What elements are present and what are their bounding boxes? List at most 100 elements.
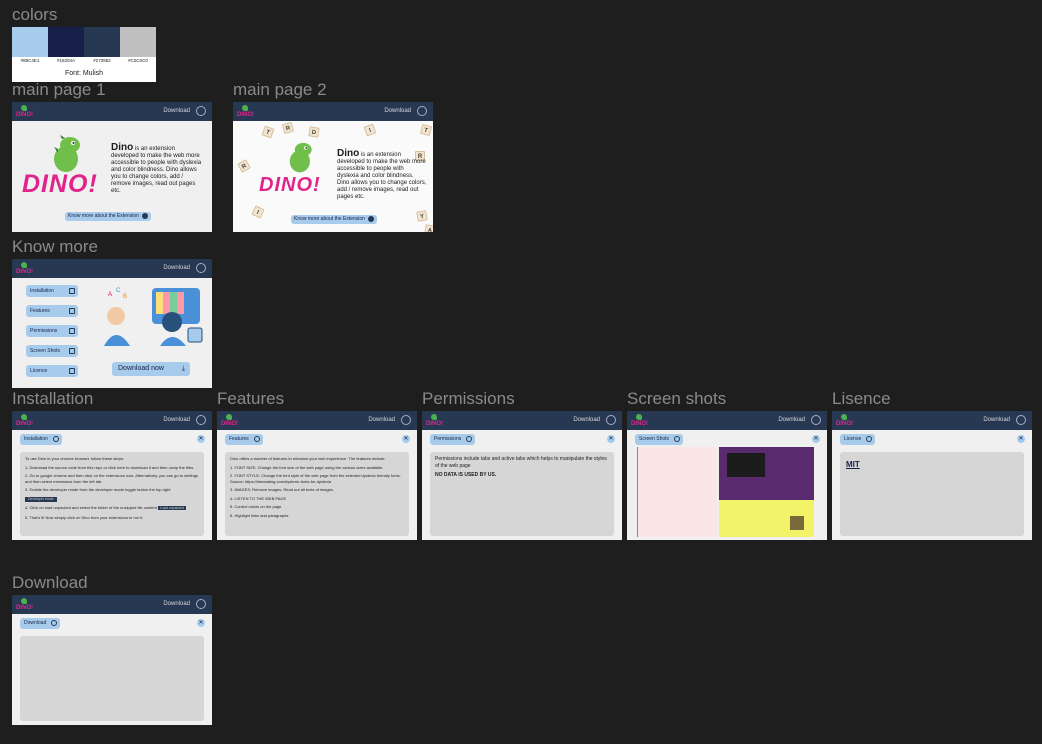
- content-panel: Permissions include tabs and active tabs…: [430, 452, 614, 536]
- letter-tile: R: [281, 121, 295, 135]
- tab-screenshots[interactable]: Screen Shots: [635, 434, 684, 445]
- tab-license[interactable]: License: [840, 434, 876, 445]
- frame-installation: DINO! Download Installation ✕ To use Din…: [12, 411, 212, 540]
- dino-logo[interactable]: DINO!: [16, 105, 33, 118]
- menu-item-permissions[interactable]: Permissions: [26, 325, 78, 337]
- swatch-light-blue: [12, 27, 48, 57]
- frame-license: DINO! Download License ✕ MIT: [832, 411, 1032, 540]
- header-download-link[interactable]: Download: [983, 417, 1010, 423]
- people-illustration: ACB: [104, 288, 203, 346]
- swatch-slate: [84, 27, 120, 57]
- section-label-colors: colors: [12, 5, 58, 24]
- license-link[interactable]: MIT: [846, 460, 860, 469]
- content-panel: [20, 636, 204, 721]
- dino-wordmark: DINO!: [22, 170, 98, 198]
- site-header: DINO! Download: [12, 411, 212, 430]
- dino-logo[interactable]: DINO!: [221, 414, 238, 427]
- tab-permissions[interactable]: Permissions: [430, 434, 476, 445]
- svg-text:B: B: [123, 294, 127, 300]
- close-icon[interactable]: ✕: [1017, 435, 1025, 443]
- section-label-main-page-1: main page 1: [12, 80, 106, 99]
- content-panel: To use Dino in your chrome browser, foll…: [20, 452, 204, 536]
- user-icon[interactable]: [811, 415, 821, 425]
- header-download-link[interactable]: Download: [778, 417, 805, 423]
- developer-mode-toggle: Developer mode: [25, 496, 57, 502]
- frame-permissions: DINO! Download Permissions ✕ Permissions…: [422, 411, 622, 540]
- frame-screen-shots: DINO! Download Screen Shots ✕: [627, 411, 827, 540]
- download-icon: ⤓: [181, 365, 185, 372]
- header-download-link[interactable]: Download: [368, 417, 395, 423]
- site-header: DINO! Download: [627, 411, 827, 430]
- section-label-main-page-2: main page 2: [233, 80, 327, 99]
- header-download-link[interactable]: Download: [163, 601, 190, 607]
- font-label: Font: Mulish: [64, 70, 104, 77]
- close-icon[interactable]: ✕: [197, 619, 205, 627]
- dino-logo[interactable]: DINO!: [16, 414, 33, 427]
- swatch-label: #89C4E1: [20, 58, 40, 63]
- dino-logo[interactable]: DINO!: [16, 262, 33, 275]
- letter-tile: D: [308, 126, 320, 138]
- user-icon[interactable]: [1016, 415, 1026, 425]
- frame-main-page-2: DINO! Download T R D I T R R I Y A DINO!…: [233, 102, 433, 232]
- letter-tile: T: [419, 123, 433, 137]
- user-icon[interactable]: [606, 415, 616, 425]
- dinosaur-illustration: [54, 135, 80, 172]
- site-header: DINO! Download: [12, 595, 212, 614]
- header-download-link[interactable]: Download: [163, 265, 190, 271]
- permissions-icon: [466, 436, 473, 442]
- user-icon[interactable]: [417, 106, 427, 116]
- know-more-button[interactable]: Know more about the Extension: [291, 215, 377, 224]
- arrow-icon: [141, 212, 148, 219]
- user-icon[interactable]: [196, 106, 206, 116]
- tab-download[interactable]: Download: [20, 618, 61, 629]
- close-icon[interactable]: ✕: [197, 435, 205, 443]
- svg-text:A: A: [108, 292, 112, 298]
- swatch-navy: [48, 27, 84, 57]
- hero-description: Dino is an extension developed to make t…: [111, 142, 202, 195]
- screenshot-extension-popup: [637, 447, 717, 537]
- menu-item-screenshots[interactable]: Screen Shots: [26, 345, 78, 357]
- user-icon[interactable]: [196, 599, 206, 609]
- camera-icon: [69, 348, 75, 354]
- dino-logo[interactable]: DINO!: [237, 105, 254, 118]
- site-header: DINO! Download: [217, 411, 417, 430]
- header-download-link[interactable]: Download: [573, 417, 600, 423]
- dino-logo[interactable]: DINO!: [631, 414, 648, 427]
- permissions-text: Permissions include tabs and active tabs…: [435, 456, 607, 478]
- swatch-grey: [120, 27, 156, 57]
- close-icon[interactable]: ✕: [607, 435, 615, 443]
- menu-item-features[interactable]: Features: [26, 305, 78, 317]
- header-download-link[interactable]: Download: [163, 417, 190, 423]
- section-label-features: Features: [217, 389, 285, 408]
- installation-text: To use Dino in your chrome browser, foll…: [25, 456, 198, 520]
- swatch-label: #273852: [93, 58, 111, 63]
- tab-features[interactable]: Features: [225, 434, 263, 445]
- letter-tile: I: [363, 123, 377, 137]
- swatch-label: #C0C0C0: [128, 58, 148, 63]
- header-download-link[interactable]: Download: [384, 108, 411, 114]
- dino-logo[interactable]: DINO!: [426, 414, 443, 427]
- section-label-permissions: Permissions: [422, 389, 515, 408]
- user-icon[interactable]: [196, 263, 206, 273]
- license-icon: [866, 436, 873, 442]
- gear-icon: [69, 288, 75, 294]
- menu-item-installation[interactable]: Installation: [26, 285, 78, 297]
- close-icon[interactable]: ✕: [812, 435, 820, 443]
- know-more-button[interactable]: Know more about the Extension: [65, 212, 151, 221]
- swatch-label: #18204A: [56, 58, 76, 63]
- site-header: DINO! Download: [422, 411, 622, 430]
- user-icon[interactable]: [196, 415, 206, 425]
- content-panel: Dino offers a number of features to enha…: [225, 452, 409, 536]
- color-palette-card: #89C4E1 #18204A #273852 #C0C0C0 Font: Mu…: [12, 27, 156, 82]
- permissions-icon: [69, 328, 75, 334]
- close-icon[interactable]: ✕: [402, 435, 410, 443]
- header-download-link[interactable]: Download: [163, 108, 190, 114]
- download-now-button[interactable]: Download now ⤓: [112, 362, 190, 376]
- tab-installation[interactable]: Installation: [20, 434, 62, 445]
- dino-logo[interactable]: DINO!: [836, 414, 853, 427]
- license-icon: [69, 368, 75, 374]
- user-icon[interactable]: [401, 415, 411, 425]
- menu-item-licence[interactable]: Licence: [26, 365, 78, 377]
- features-icon: [69, 308, 75, 314]
- dino-logo[interactable]: DINO!: [16, 598, 33, 611]
